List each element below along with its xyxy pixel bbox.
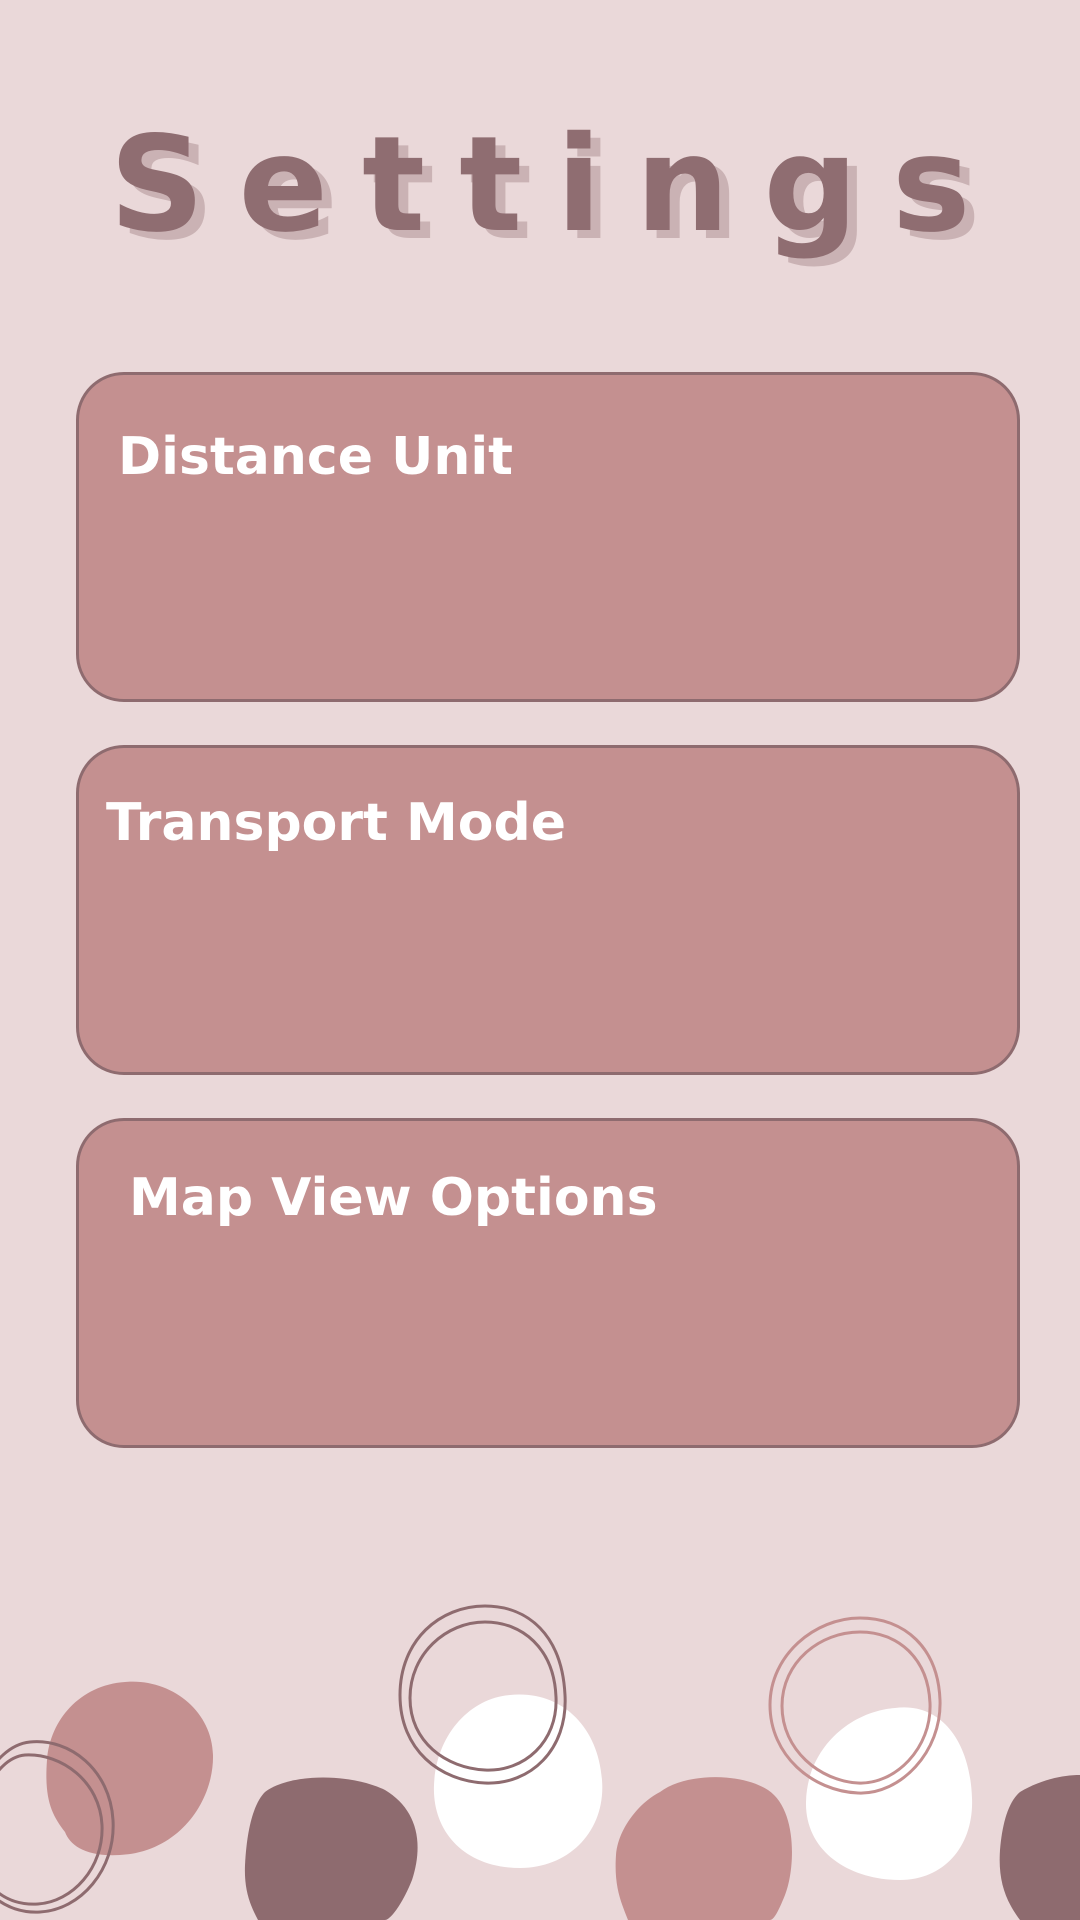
dark-blob-right — [999, 1775, 1080, 1920]
transport-mode-label: Transport Mode — [106, 793, 566, 853]
white-blob-center — [433, 1694, 603, 1868]
rose-blob-center-right — [615, 1777, 792, 1920]
settings-screen: Settings Distance Unit Transport Mode Ma… — [0, 0, 1080, 1920]
decorative-blobs — [0, 1604, 1080, 1920]
transport-mode-card[interactable]: Transport Mode — [76, 745, 1020, 1075]
dark-blob-1 — [244, 1777, 418, 1920]
distance-unit-card[interactable]: Distance Unit — [76, 372, 1020, 702]
page-title: Settings — [109, 108, 1005, 262]
distance-unit-label: Distance Unit — [118, 427, 514, 487]
white-blob-right — [805, 1707, 973, 1880]
map-view-options-label: Map View Options — [129, 1168, 658, 1228]
map-view-options-card[interactable]: Map View Options — [76, 1118, 1020, 1448]
